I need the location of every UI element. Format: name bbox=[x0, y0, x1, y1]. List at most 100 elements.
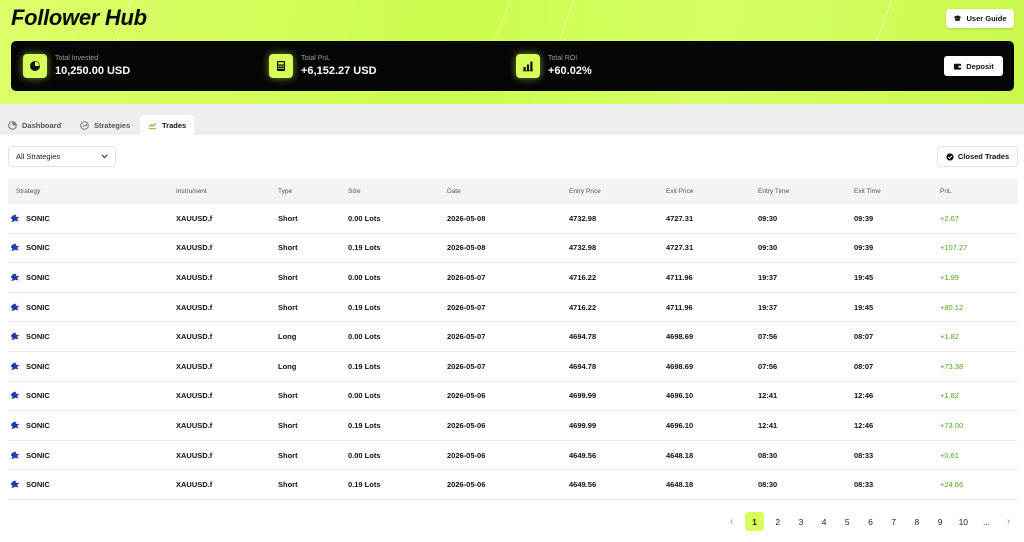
table-row[interactable]: SONIC XAUUSD.f Short 0.19 Lots 2026-05-0… bbox=[8, 234, 1018, 264]
column-header-exit-time: Exit Time bbox=[854, 188, 881, 195]
prev-page-button[interactable]: ‹ bbox=[722, 512, 741, 531]
table-row[interactable]: SONIC XAUUSD.f Short 0.19 Lots 2026-05-0… bbox=[8, 411, 1018, 441]
instrument-cell: XAUUSD.f bbox=[176, 332, 213, 342]
strategy-name: SONIC bbox=[26, 332, 50, 342]
table-header: Strategy Instrument Type Size Date Entry… bbox=[8, 179, 1018, 204]
tab-label: Strategies bbox=[94, 121, 131, 130]
entry-time-cell: 07:56 bbox=[758, 332, 778, 342]
type-cell: Short bbox=[278, 302, 298, 312]
table-row[interactable]: SONIC XAUUSD.f Short 0.00 Lots 2026-05-0… bbox=[8, 382, 1018, 412]
exit-time-cell: 19:45 bbox=[854, 272, 874, 282]
table-row[interactable]: SONIC XAUUSD.f Short 0.19 Lots 2026-05-0… bbox=[8, 293, 1018, 323]
stat-label: Total ROI bbox=[548, 55, 578, 62]
strategy-name: SONIC bbox=[26, 213, 50, 223]
tab-trades[interactable]: Trades bbox=[140, 115, 195, 136]
page-button[interactable]: 5 bbox=[838, 512, 857, 531]
stat-label: Total PnL bbox=[301, 55, 331, 62]
page-button[interactable]: 3 bbox=[791, 512, 810, 531]
strategy-logo-icon bbox=[10, 480, 20, 488]
column-header-pnl: PnL bbox=[940, 188, 952, 195]
user-guide-button[interactable]: User Guide bbox=[946, 9, 1014, 28]
exit-price-cell: 4711.96 bbox=[666, 272, 693, 282]
date-cell: 2026-05-06 bbox=[447, 391, 486, 401]
tab-label: Dashboard bbox=[22, 121, 62, 130]
column-header-strategy: Strategy bbox=[16, 188, 41, 195]
exit-price-cell: 4727.31 bbox=[666, 243, 694, 253]
trades-table: Strategy Instrument Type Size Date Entry… bbox=[8, 179, 1018, 500]
pagination-ellipsis[interactable]: ... bbox=[977, 512, 996, 531]
page-button[interactable]: 1 bbox=[745, 512, 764, 531]
exit-time-cell: 08:07 bbox=[854, 332, 874, 342]
pnl-cell: +1.82 bbox=[940, 391, 959, 401]
entry-price-cell: 4732.98 bbox=[569, 213, 597, 223]
table-row[interactable]: SONIC XAUUSD.f Long 0.19 Lots 2026-05-07… bbox=[8, 352, 1018, 382]
instrument-cell: XAUUSD.f bbox=[176, 272, 213, 282]
table-row[interactable]: SONIC XAUUSD.f Short 0.00 Lots 2026-05-0… bbox=[8, 263, 1018, 293]
entry-price-cell: 4694.78 bbox=[569, 361, 597, 371]
entry-price-cell: 4716.22 bbox=[569, 302, 597, 312]
entry-time-cell: 08:30 bbox=[758, 480, 778, 490]
strategy-logo-icon bbox=[10, 421, 20, 429]
page-button[interactable]: 2 bbox=[768, 512, 787, 531]
instrument-cell: XAUUSD.f bbox=[176, 243, 213, 253]
table-row[interactable]: SONIC XAUUSD.f Short 0.00 Lots 2026-05-0… bbox=[8, 204, 1018, 234]
exit-time-cell: 09:39 bbox=[854, 213, 874, 223]
page-button[interactable]: 6 bbox=[861, 512, 880, 531]
column-header-exit-price: Exit Price bbox=[666, 188, 694, 195]
page-button[interactable]: 9 bbox=[931, 512, 950, 531]
page-button[interactable]: 4 bbox=[815, 512, 834, 531]
table-row[interactable]: SONIC XAUUSD.f Short 0.19 Lots 2026-05-0… bbox=[8, 470, 1018, 500]
entry-price-cell: 4716.22 bbox=[569, 272, 597, 282]
deposit-label: Deposit bbox=[966, 61, 994, 71]
type-cell: Short bbox=[278, 272, 298, 282]
tab-strategies[interactable]: Strategies bbox=[72, 115, 138, 136]
graduation-cap-icon bbox=[953, 15, 963, 22]
strategy-select[interactable]: All Strategies bbox=[8, 146, 116, 167]
closed-trades-button[interactable]: Closed Trades bbox=[937, 146, 1018, 167]
strategy-logo-icon bbox=[10, 303, 20, 311]
pnl-cell: +24.66 bbox=[940, 480, 964, 490]
table-row[interactable]: SONIC XAUUSD.f Short 0.00 Lots 2026-05-0… bbox=[8, 441, 1018, 471]
page-button[interactable]: 7 bbox=[884, 512, 903, 531]
page-button[interactable]: 10 bbox=[954, 512, 973, 531]
type-cell: Long bbox=[278, 361, 297, 371]
strategy-cell: SONIC bbox=[10, 352, 50, 381]
tab-label: Trades bbox=[162, 121, 187, 130]
strategy-cell: SONIC bbox=[10, 204, 50, 233]
exit-price-cell: 4648.18 bbox=[666, 450, 694, 460]
entry-time-cell: 12:41 bbox=[758, 420, 778, 430]
stats-card: Total Invested 10,250.00 USD Total PnL +… bbox=[11, 41, 1014, 91]
strategy-name: SONIC bbox=[26, 480, 50, 490]
entry-price-cell: 4694.78 bbox=[569, 332, 597, 342]
size-cell: 0.19 Lots bbox=[348, 302, 381, 312]
stat-total-roi: Total ROI +60.02% bbox=[516, 52, 592, 80]
size-cell: 0.00 Lots bbox=[348, 450, 381, 460]
exit-time-cell: 12:46 bbox=[854, 420, 874, 430]
type-cell: Short bbox=[278, 480, 298, 490]
instrument-cell: XAUUSD.f bbox=[176, 391, 213, 401]
pnl-cell: +2.67 bbox=[940, 213, 959, 223]
exit-price-cell: 4698.69 bbox=[666, 361, 694, 371]
page-button[interactable]: 8 bbox=[907, 512, 926, 531]
strategy-cell: SONIC bbox=[10, 234, 50, 263]
stat-total-pnl: Total PnL +6,152.27 USD bbox=[269, 52, 377, 80]
strategy-logo-icon bbox=[10, 362, 20, 370]
instrument-cell: XAUUSD.f bbox=[176, 420, 213, 430]
chevron-down-icon bbox=[101, 154, 108, 159]
deposit-button[interactable]: Deposit bbox=[944, 56, 1003, 76]
strategy-logo-icon bbox=[10, 214, 20, 222]
strategy-logo-icon bbox=[10, 451, 20, 459]
entry-time-cell: 08:30 bbox=[758, 450, 778, 460]
strategies-icon bbox=[80, 121, 89, 130]
exit-price-cell: 4648.18 bbox=[666, 480, 694, 490]
stat-value: +6,152.27 USD bbox=[301, 65, 377, 77]
stat-label: Total Invested bbox=[55, 55, 99, 62]
tab-dashboard[interactable]: Dashboard bbox=[0, 115, 69, 136]
trades-icon bbox=[148, 122, 157, 130]
date-cell: 2026-05-08 bbox=[447, 213, 486, 223]
entry-price-cell: 4649.56 bbox=[569, 480, 597, 490]
entry-time-cell: 19:37 bbox=[758, 272, 778, 282]
next-page-button[interactable]: › bbox=[999, 512, 1018, 531]
instrument-cell: XAUUSD.f bbox=[176, 361, 213, 371]
table-row[interactable]: SONIC XAUUSD.f Long 0.00 Lots 2026-05-07… bbox=[8, 322, 1018, 352]
